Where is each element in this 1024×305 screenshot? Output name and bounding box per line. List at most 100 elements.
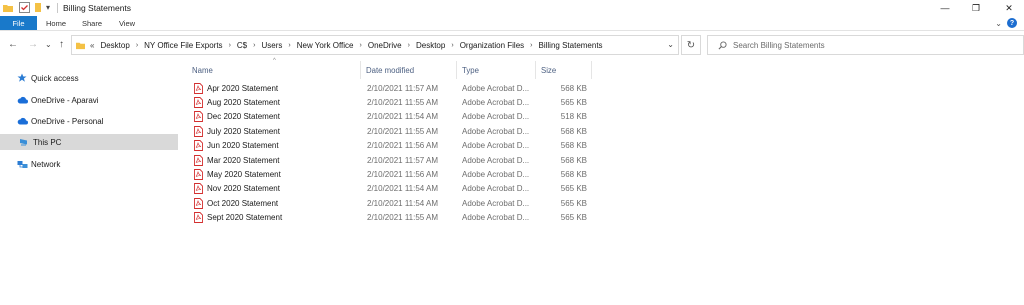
search-input[interactable] [733, 40, 1013, 50]
file-row[interactable]: Apr 2020 Statement 2/10/2021 11:57 AM Adob… [188, 81, 592, 95]
forward-button[interactable]: → [28, 39, 38, 50]
breadcrumb-item[interactable]: OneDrive [368, 41, 402, 50]
breadcrumb-item[interactable]: Organization Files [460, 41, 524, 50]
recent-locations-button[interactable]: ⌄ [45, 40, 52, 49]
customize-toolbar-dropdown[interactable]: ▾ [46, 2, 50, 13]
tab-file[interactable]: File [0, 16, 37, 30]
breadcrumb-separator[interactable]: › [253, 42, 255, 49]
file-name: May 2020 Statement [207, 169, 281, 179]
file-row[interactable]: Dec 2020 Statement 2/10/2021 11:54 AM Adob… [188, 110, 592, 124]
file-name-cell[interactable]: Mar 2020 Statement [194, 153, 364, 167]
up-button[interactable]: ↑ [59, 39, 64, 50]
navigation-bar: ← → ⌄ ↑ « Desktop › NY Office File Expor… [0, 30, 1024, 58]
computer-icon [18, 136, 30, 148]
file-row[interactable]: Sept 2020 Statement 2/10/2021 11:55 AM Ado… [188, 211, 592, 225]
column-header-size[interactable]: Size [537, 61, 592, 79]
pdf-file-icon [194, 154, 203, 166]
file-name-cell[interactable]: Apr 2020 Statement [194, 81, 364, 95]
file-name-cell[interactable]: July 2020 Statement [194, 124, 364, 138]
search-box[interactable] [707, 35, 1024, 55]
breadcrumb-item[interactable]: New York Office [297, 41, 354, 50]
file-name-cell[interactable]: Dec 2020 Statement [194, 110, 364, 124]
breadcrumb-separator[interactable]: › [530, 42, 532, 49]
tab-home[interactable]: Home [40, 16, 72, 30]
breadcrumb-item[interactable]: Users [261, 41, 282, 50]
file-name: Jun 2020 Statement [207, 141, 279, 151]
file-size: 568 KB [560, 83, 587, 93]
file-date-modified: 2/10/2021 11:55 AM [367, 97, 439, 107]
file-name-cell[interactable]: Jun 2020 Statement [194, 139, 364, 153]
column-header-type[interactable]: Type [458, 61, 536, 79]
file-name-cell[interactable]: Oct 2020 Statement [194, 196, 364, 210]
breadcrumb-overflow[interactable]: « [90, 41, 94, 50]
file-size: 565 KB [560, 97, 587, 107]
refresh-button[interactable]: ↻ [681, 35, 701, 55]
sidebar-item-network[interactable]: Network [0, 156, 178, 172]
file-date-modified: 2/10/2021 11:54 AM [367, 184, 439, 194]
file-row[interactable]: Nov 2020 Statement 2/10/2021 11:54 AM Adob… [188, 182, 592, 196]
pdf-file-icon [194, 140, 203, 152]
navigation-pane: Quick access OneDrive - Aparavi OneDrive… [0, 58, 180, 305]
address-dropdown-icon[interactable]: ⌄ [667, 40, 674, 49]
breadcrumb-item[interactable]: Billing Statements [539, 41, 603, 50]
search-icon [718, 40, 727, 50]
breadcrumb-item[interactable]: NY Office File Exports [144, 41, 222, 50]
cloud-icon [16, 94, 28, 106]
file-row[interactable]: Oct 2020 Statement 2/10/2021 11:54 AM Adob… [188, 196, 592, 210]
sidebar-item-onedrive-personal[interactable]: OneDrive - Personal [0, 113, 178, 129]
pdf-file-icon [194, 183, 203, 195]
window-title: Billing Statements [63, 3, 132, 13]
minimize-button[interactable]: — [930, 0, 960, 16]
file-name: Nov 2020 Statement [207, 184, 280, 194]
file-row[interactable]: May 2020 Statement 2/10/2021 11:56 AM Adob… [188, 167, 592, 181]
file-name-cell[interactable]: May 2020 Statement [194, 167, 364, 181]
pdf-file-icon [194, 212, 203, 224]
file-row[interactable]: Jun 2020 Statement 2/10/2021 11:56 AM Adob… [188, 139, 592, 153]
file-type: Adobe Acrobat D... [462, 155, 530, 165]
breadcrumb-separator[interactable]: › [229, 42, 231, 49]
file-date-modified: 2/10/2021 11:55 AM [367, 126, 439, 136]
tab-view[interactable]: View [112, 16, 142, 30]
sidebar-item-label: OneDrive - Aparavi [31, 95, 99, 105]
breadcrumb-item[interactable]: Desktop [100, 41, 129, 50]
sidebar-item-label: Network [31, 159, 61, 169]
breadcrumb-separator[interactable]: › [451, 42, 453, 49]
column-header-date-modified[interactable]: Date modified [362, 61, 457, 79]
maximize-button[interactable]: ❐ [961, 0, 991, 16]
file-date-modified: 2/10/2021 11:56 AM [367, 141, 439, 151]
breadcrumb-separator[interactable]: › [288, 42, 290, 49]
back-button[interactable]: ← [8, 39, 18, 50]
sidebar-item-quick-access[interactable]: Quick access [0, 70, 178, 86]
file-name-cell[interactable]: Sept 2020 Statement [194, 211, 364, 225]
sidebar-item-onedrive-aparavi[interactable]: OneDrive - Aparavi [0, 92, 178, 108]
expand-ribbon-icon[interactable]: ⌄ [995, 19, 1002, 28]
help-icon[interactable]: ? [1007, 18, 1017, 28]
sidebar-item-this-pc[interactable]: This PC [0, 134, 178, 150]
breadcrumb-item[interactable]: C$ [237, 41, 247, 50]
file-type: Adobe Acrobat D... [462, 213, 530, 223]
file-size: 568 KB [560, 126, 587, 136]
file-name-cell[interactable]: Nov 2020 Statement [194, 182, 364, 196]
breadcrumb-separator[interactable]: › [360, 42, 362, 49]
breadcrumb-separator[interactable]: › [408, 42, 410, 49]
file-list: ^ Name Date modified Type Size Apr 2020 … [188, 58, 1024, 305]
column-header-name[interactable]: Name [188, 61, 361, 79]
file-name: Dec 2020 Statement [207, 112, 280, 122]
title-bar: ▾ Billing Statements — ❐ ✕ [0, 0, 1024, 16]
breadcrumb-separator[interactable]: › [136, 42, 138, 49]
file-row[interactable]: Mar 2020 Statement 2/10/2021 11:57 AM Adob… [188, 153, 592, 167]
file-name: Mar 2020 Statement [207, 155, 280, 165]
file-name-cell[interactable]: Aug 2020 Statement [194, 95, 364, 109]
file-date-modified: 2/10/2021 11:57 AM [367, 83, 439, 93]
file-row[interactable]: July 2020 Statement 2/10/2021 11:55 AM Ado… [188, 124, 592, 138]
breadcrumb-item[interactable]: Desktop [416, 41, 445, 50]
cloud-icon [16, 115, 28, 127]
address-bar[interactable]: « Desktop › NY Office File Exports › C$ … [71, 35, 679, 55]
close-button[interactable]: ✕ [994, 0, 1024, 16]
file-row[interactable]: Aug 2020 Statement 2/10/2021 11:55 AM Adob… [188, 95, 592, 109]
properties-icon[interactable] [19, 2, 30, 13]
new-folder-icon[interactable] [34, 2, 42, 13]
pdf-file-icon [194, 82, 203, 94]
file-name: Oct 2020 Statement [207, 198, 279, 208]
tab-share[interactable]: Share [76, 16, 108, 30]
